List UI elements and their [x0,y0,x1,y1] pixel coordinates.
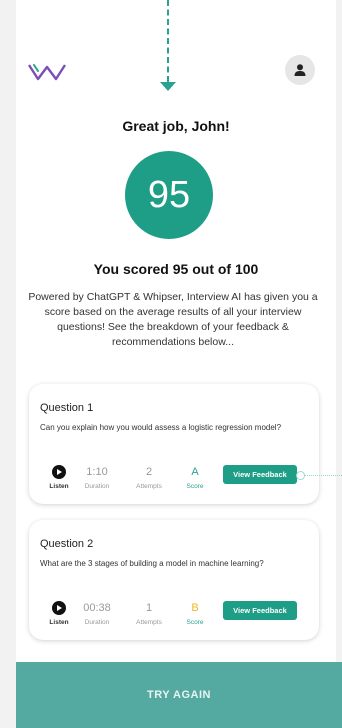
user-avatar-button[interactable] [285,55,315,85]
attempts-value: 1 [145,602,153,614]
flow-connector-node-icon [296,471,305,480]
try-again-button[interactable]: TRY AGAIN [16,662,342,728]
duration-label: Duration [84,483,110,490]
duration-value: 00:38 [83,602,111,614]
view-feedback-button[interactable]: View Feedback [223,601,297,620]
duration-stat: 1:10 Duration [75,465,119,490]
view-feedback-button[interactable]: View Feedback [223,465,297,484]
grade-label: Score [186,483,204,490]
user-icon [294,64,306,76]
attempts-label: Attempts [136,619,162,626]
duration-stat: 00:38 Duration [75,601,119,626]
question-card: Question 2 What are the 3 stages of buil… [29,520,319,640]
attempts-label: Attempts [136,483,162,490]
question-card: Question 1 Can you explain how you would… [29,384,319,504]
question-title: Question 2 [40,538,94,550]
attempts-stat: 2 Attempts [127,465,171,490]
score-explanation-text: Powered by ChatGPT & Whipser, Interview … [28,291,318,348]
grade-value: B [191,602,199,614]
question-text: Can you explain how you would assess a l… [40,423,282,432]
listen-button[interactable]: Listen [39,601,79,626]
grade-label: Score [186,619,204,626]
flow-arrow-icon [160,82,176,91]
flow-connector-dots [302,475,342,476]
w-logo-icon [28,64,66,81]
play-icon [52,465,66,479]
score-circle: 95 [125,151,213,239]
listen-label: Listen [49,483,69,490]
grade-value: A [191,466,199,478]
duration-label: Duration [84,619,110,626]
greeting-heading: Great job, John! [122,118,230,134]
question-text: What are the 3 stages of building a mode… [40,559,264,568]
question-title: Question 1 [40,402,94,414]
attempts-value: 2 [145,466,153,478]
play-icon [52,601,66,615]
listen-button[interactable]: Listen [39,465,79,490]
attempts-stat: 1 Attempts [127,601,171,626]
grade-stat: B Score [173,601,217,626]
flow-connector-line [167,0,169,82]
duration-value: 1:10 [86,466,108,478]
listen-label: Listen [49,619,69,626]
grade-stat: A Score [173,465,217,490]
score-summary-heading: You scored 95 out of 100 [93,261,259,277]
